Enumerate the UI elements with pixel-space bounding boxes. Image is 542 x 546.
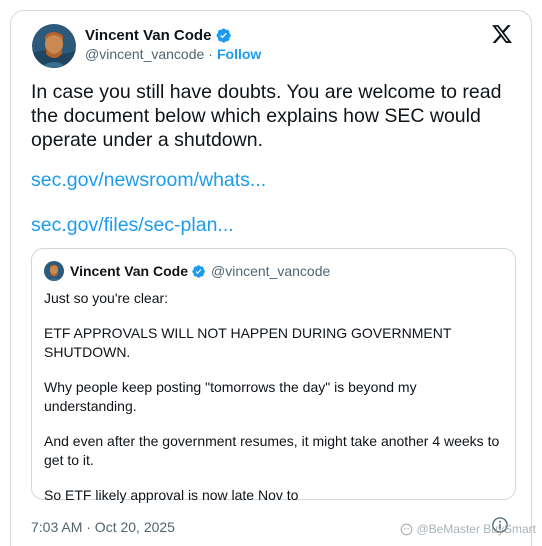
quoted-author-handle: @vincent_vancode (211, 263, 331, 279)
verified-badge-icon (192, 264, 205, 278)
author-name[interactable]: Vincent Van Code (85, 27, 211, 44)
tweet-text: In case you still have doubts. You are w… (31, 81, 502, 151)
tweet-link-sec-plan[interactable]: sec.gov/files/sec-plan... (31, 214, 234, 237)
quoted-paragraph: Why people keep posting "tomorrows the d… (44, 379, 417, 414)
quoted-paragraph: ETF APPROVALS WILL NOT HAPPEN DURING GOV… (44, 325, 452, 360)
watermark: @BeMaster BuySmart (400, 522, 536, 536)
quoted-body: Just so you're clear: ETF APPROVALS WILL… (44, 289, 509, 505)
author-name-row: Vincent Van Code (85, 25, 232, 45)
watermark-text: @BeMaster BuySmart (416, 522, 536, 536)
follow-button[interactable]: Follow (217, 46, 261, 62)
separator-dot: · (208, 46, 213, 62)
quoted-header: Vincent Van Code @vincent_vancode (70, 261, 330, 281)
quoted-paragraph: Just so you're clear: (44, 290, 169, 306)
author-handle-row: @vincent_vancode · Follow (85, 46, 261, 62)
tweet-card: Vincent Van Code @vincent_vancode · Foll… (10, 10, 532, 546)
author-avatar[interactable] (32, 24, 76, 68)
tweet-timestamp[interactable]: 7:03 AM · Oct 20, 2025 (31, 519, 175, 535)
quoted-tweet[interactable]: Vincent Van Code @vincent_vancode Just s… (31, 248, 516, 503)
x-logo-icon[interactable] (491, 23, 513, 45)
tweet-link-newsroom[interactable]: sec.gov/newsroom/whats... (31, 169, 266, 192)
watermark-logo-icon (401, 523, 413, 535)
quoted-author-avatar (44, 261, 64, 281)
verified-badge-icon (216, 27, 232, 43)
quoted-author-name: Vincent Van Code (70, 263, 188, 279)
author-handle[interactable]: @vincent_vancode (85, 46, 204, 62)
quoted-paragraph: And even after the government resumes, i… (44, 433, 500, 468)
quoted-paragraph: So ETF likely approval is now late Nov t… (44, 487, 299, 503)
